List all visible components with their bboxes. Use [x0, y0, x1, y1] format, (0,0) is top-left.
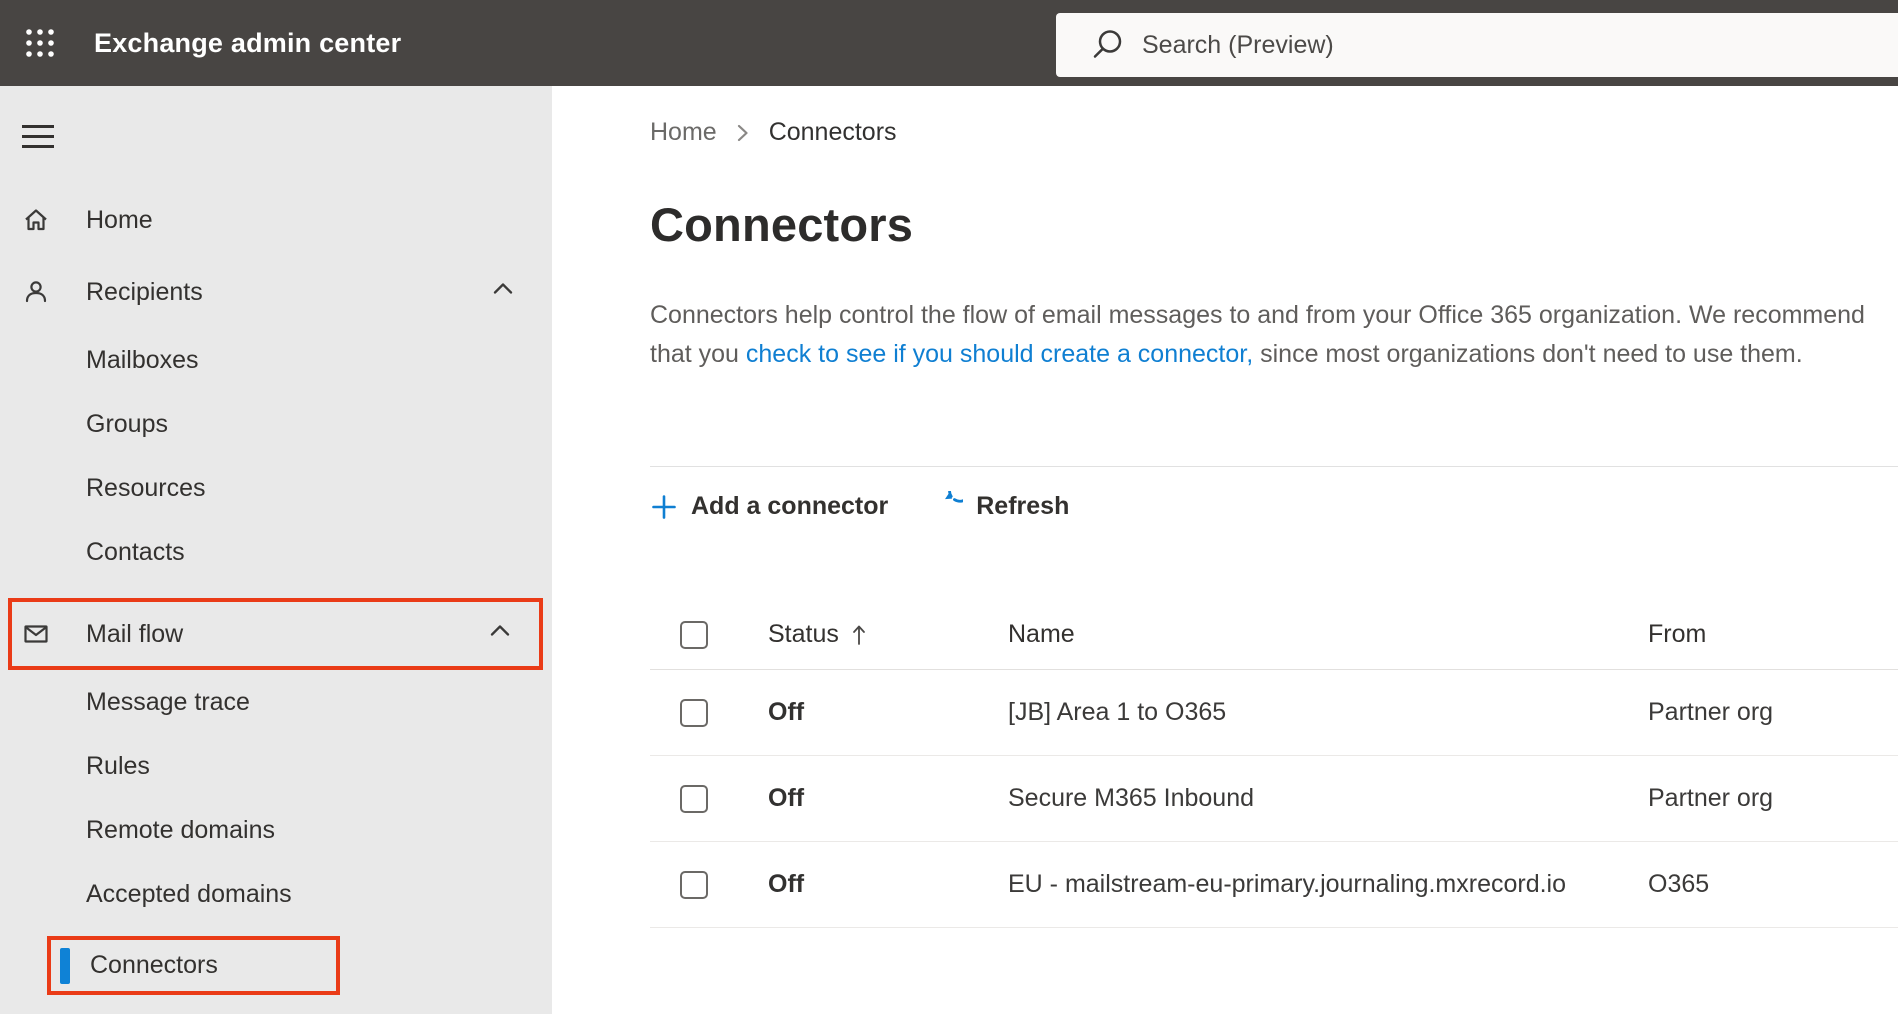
sidebar-item-label: Connectors [90, 951, 218, 979]
status-header-label: Status [768, 620, 839, 648]
sidebar-item-remote-domains[interactable]: Remote domains [0, 798, 552, 862]
table-header-row: Status Name From [650, 600, 1898, 670]
sidebar-item-message-trace[interactable]: Message trace [0, 670, 552, 734]
row-from: Partner org [1648, 698, 1774, 726]
person-icon [22, 278, 50, 306]
app-launcher-button[interactable] [12, 15, 68, 71]
chevron-right-icon [737, 124, 748, 141]
sidebar-item-rules[interactable]: Rules [0, 734, 552, 798]
search-input[interactable] [1142, 30, 1662, 60]
sidebar-item-label: Mailboxes [86, 345, 199, 374]
sidebar-item-accepted-domains[interactable]: Accepted domains [0, 862, 552, 926]
home-icon [22, 206, 50, 234]
sidebar-item-label: Recipients [86, 277, 203, 306]
sidebar-item-label: Home [86, 205, 153, 234]
plus-icon [652, 494, 676, 519]
table-row[interactable]: Off [JB] Area 1 to O365 Partner org [650, 670, 1898, 756]
add-connector-button[interactable]: Add a connector [650, 492, 888, 521]
sidebar-item-label: Accepted domains [86, 879, 292, 908]
row-status: Off [768, 870, 805, 898]
breadcrumb-current: Connectors [768, 118, 897, 146]
chevron-up-icon[interactable] [487, 618, 513, 651]
refresh-button[interactable]: Refresh [932, 491, 1069, 522]
waffle-grid-icon [26, 29, 54, 57]
refresh-label: Refresh [976, 492, 1070, 520]
row-name[interactable]: [JB] Area 1 to O365 [1008, 698, 1648, 727]
sidebar-item-label: Contacts [86, 537, 185, 566]
top-bar: Exchange admin center [0, 0, 1898, 86]
search-icon [1093, 30, 1122, 58]
sort-ascending-icon [852, 625, 865, 645]
sidebar-item-mail-flow[interactable]: Mail flow [8, 598, 543, 670]
table-row[interactable]: Off EU - mailstream-eu-primary.journalin… [650, 842, 1898, 928]
row-from: O365 [1648, 870, 1710, 898]
sidebar-item-groups[interactable]: Groups [0, 392, 552, 456]
description-text-after: since most organizations don't need to u… [1253, 340, 1803, 368]
sidebar-item-mailboxes[interactable]: Mailboxes [0, 328, 552, 392]
column-header-status[interactable]: Status [768, 620, 1008, 649]
page-description: Connectors help control the flow of emai… [650, 296, 1865, 374]
sidebar-item-label: Message trace [86, 687, 250, 716]
sidebar-item-resources[interactable]: Resources [0, 456, 552, 520]
row-name[interactable]: EU - mailstream-eu-primary.journaling.mx… [1008, 870, 1648, 899]
sidebar-item-label: Mail flow [86, 619, 184, 648]
sidebar-item-contacts[interactable]: Contacts [0, 520, 552, 584]
breadcrumb: Home Connectors [650, 86, 1898, 147]
sidebar-item-recipients[interactable]: Recipients [0, 256, 552, 328]
row-checkbox[interactable] [680, 870, 708, 899]
envelope-icon [22, 620, 50, 648]
column-header-name[interactable]: Name [1008, 620, 1648, 649]
sidebar-item-connectors[interactable]: Connectors [47, 936, 340, 995]
row-checkbox[interactable] [680, 698, 708, 727]
row-name[interactable]: Secure M365 Inbound [1008, 784, 1648, 813]
row-status: Off [768, 698, 805, 726]
add-connector-label: Add a connector [691, 492, 889, 520]
search-box[interactable] [1056, 13, 1898, 77]
connectors-table: Status Name From Off [JB] Area 1 to O365… [650, 600, 1898, 928]
row-status: Off [768, 784, 805, 812]
nav-toggle-button[interactable] [22, 122, 62, 150]
table-row[interactable]: Off Secure M365 Inbound Partner org [650, 756, 1898, 842]
hamburger-icon [22, 124, 54, 128]
selected-indicator-bar [60, 947, 70, 984]
sidebar-item-label: Groups [86, 409, 168, 438]
sidebar-item-home[interactable]: Home [0, 184, 552, 256]
chevron-up-icon[interactable] [490, 276, 516, 309]
row-checkbox[interactable] [680, 784, 708, 813]
sidebar-item-label: Remote domains [86, 815, 275, 844]
select-all-checkbox[interactable] [680, 620, 708, 649]
breadcrumb-home-link[interactable]: Home [650, 118, 717, 147]
column-header-from[interactable]: From [1648, 620, 1898, 649]
toolbar: Add a connector Refresh [650, 467, 1898, 548]
create-connector-link[interactable]: check to see if you should create a conn… [746, 340, 1253, 368]
main-content: Home Connectors Connectors Connectors he… [552, 86, 1898, 1014]
left-nav-sidebar: Home Recipients Mailboxes Groups Resourc… [0, 86, 552, 1014]
sidebar-item-label: Rules [86, 751, 150, 780]
refresh-icon [945, 491, 964, 503]
page-title: Connectors [650, 198, 914, 251]
app-title: Exchange admin center [94, 27, 402, 58]
nav-list: Home Recipients Mailboxes Groups Resourc… [0, 184, 552, 995]
sidebar-item-label: Resources [86, 473, 206, 502]
row-from: Partner org [1648, 784, 1774, 812]
